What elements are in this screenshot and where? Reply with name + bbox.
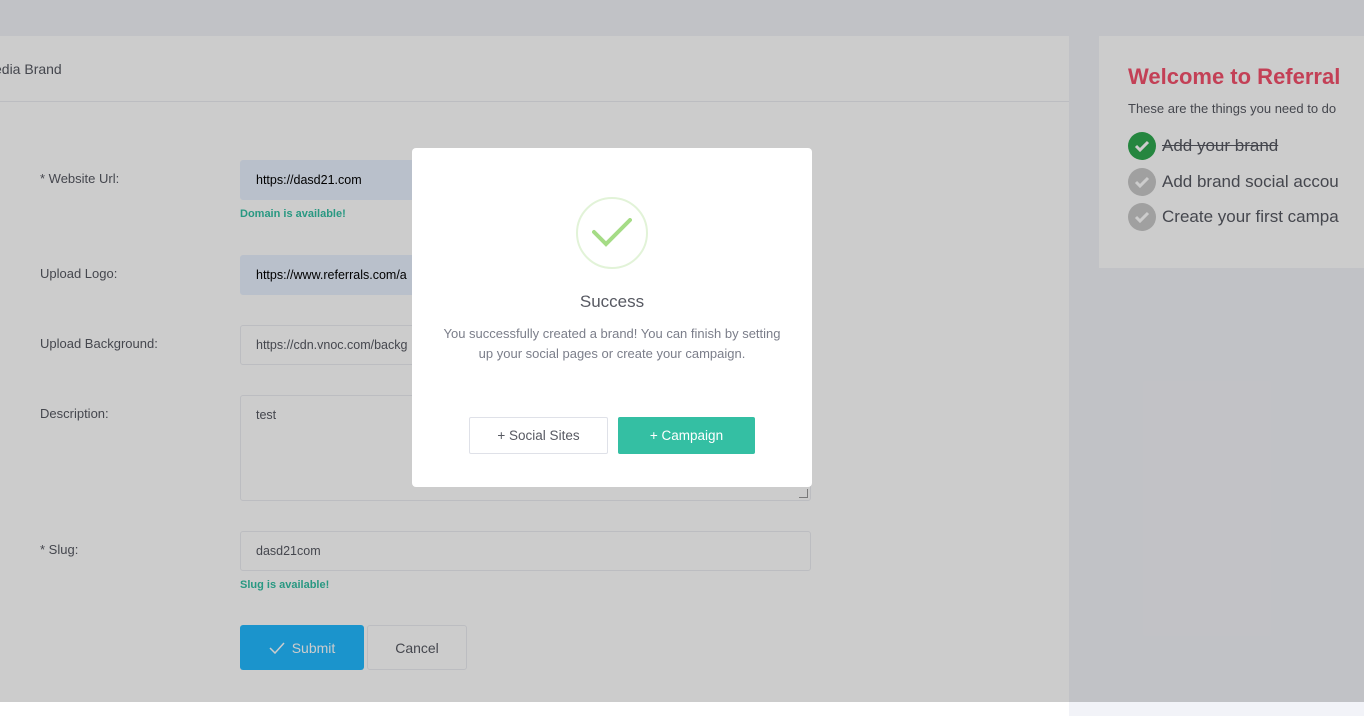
social-sites-button[interactable]: + Social Sites <box>469 417 608 454</box>
modal-title: Success <box>579 292 645 311</box>
modal-message: You successfully created a brand! You ca… <box>443 326 781 361</box>
campaign-button[interactable]: + Campaign <box>618 417 755 454</box>
success-check-icon <box>576 197 648 269</box>
success-modal: Success You successfully created a brand… <box>412 148 812 487</box>
